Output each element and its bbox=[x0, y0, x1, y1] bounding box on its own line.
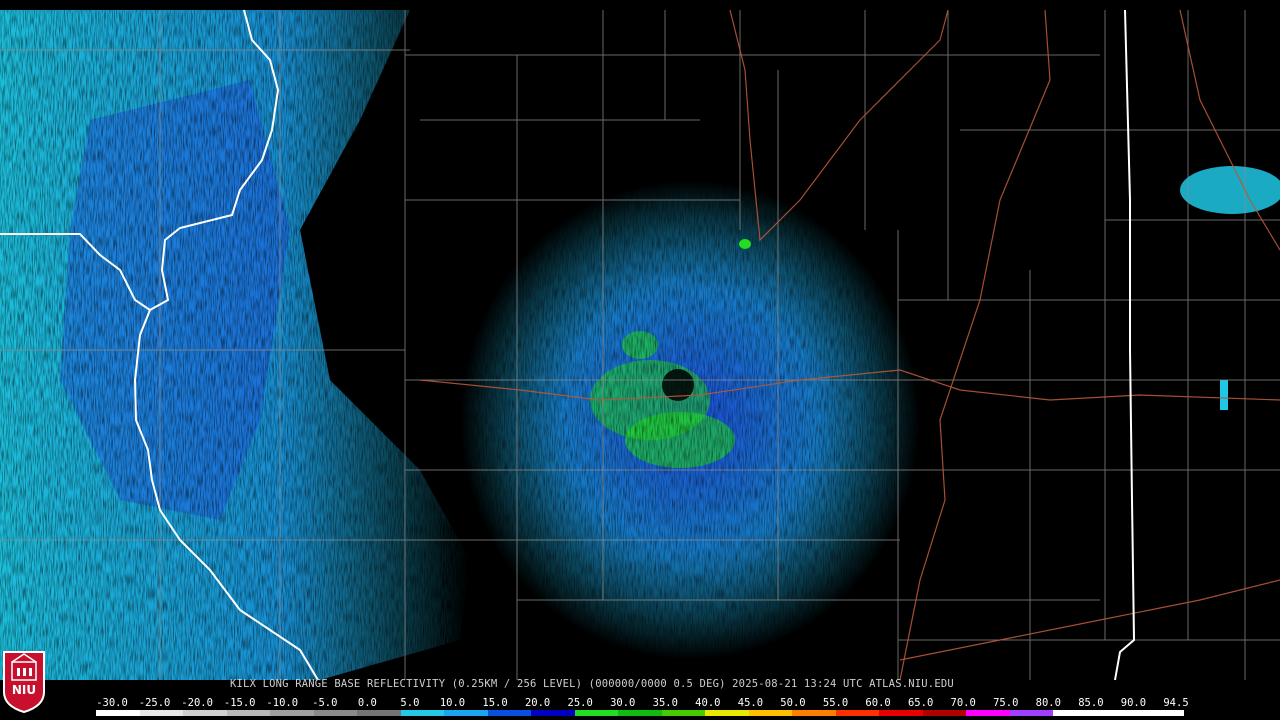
colorbar-segment bbox=[1009, 710, 1054, 716]
colorbar-tick-label: -25.0 bbox=[138, 697, 171, 709]
colorbar-tick-label: -5.0 bbox=[312, 697, 338, 709]
colorbar-segment bbox=[444, 710, 488, 716]
reflectivity-colorbar bbox=[96, 710, 1184, 716]
logo-text: NIU bbox=[11, 683, 37, 697]
colorbar-segment bbox=[531, 710, 575, 716]
radar-map bbox=[0, 0, 1280, 720]
colorbar-segment bbox=[879, 710, 923, 716]
colorbar-segment bbox=[1096, 710, 1141, 716]
colorbar-segment bbox=[313, 710, 358, 716]
colorbar-segment bbox=[574, 710, 619, 716]
colorbar-tick-label: 70.0 bbox=[950, 697, 976, 709]
colorbar-tick-label: 60.0 bbox=[865, 697, 891, 709]
colorbar-tick-label: 35.0 bbox=[652, 697, 678, 709]
colorbar-segment bbox=[96, 710, 140, 716]
colorbar-tick-label: 55.0 bbox=[822, 697, 849, 709]
colorbar-segment bbox=[705, 710, 749, 716]
colorbar-segment bbox=[487, 710, 532, 716]
colorbar-segment bbox=[270, 710, 314, 716]
colorbar-segment bbox=[966, 710, 1010, 716]
colorbar-tick-label: -30.0 bbox=[96, 697, 128, 709]
colorbar-tick-label: 90.0 bbox=[1120, 697, 1147, 709]
echo-west bbox=[0, 10, 480, 680]
colorbar-tick-label: 25.0 bbox=[567, 697, 593, 709]
colorbar-segment bbox=[618, 710, 662, 716]
colorbar-tick-label: -15.0 bbox=[223, 697, 256, 709]
colorbar-tick-label: 45.0 bbox=[737, 697, 764, 709]
product-caption: KILX LONG RANGE BASE REFLECTIVITY (0.25K… bbox=[230, 678, 954, 690]
colorbar-segment bbox=[922, 710, 967, 716]
colorbar-tick-label: 80.0 bbox=[1035, 697, 1061, 709]
colorbar-tick-label: 0.0 bbox=[357, 697, 377, 709]
colorbar-segment bbox=[661, 710, 706, 716]
colorbar-tick-label: 40.0 bbox=[695, 697, 721, 709]
colorbar-segment bbox=[139, 710, 184, 716]
colorbar-tick-labels: -30.0 -25.0 -20.0 -15.0 -10.0 -5.0 0.0 5.0 10.0 1… bbox=[0, 697, 1280, 709]
colorbar-tick-label: 15.0 bbox=[482, 697, 508, 709]
colorbar-segment bbox=[400, 710, 445, 716]
colorbar-segment bbox=[357, 710, 401, 716]
echo-center bbox=[440, 160, 920, 660]
colorbar-segment bbox=[792, 710, 836, 716]
colorbar-tick-label: 30.0 bbox=[610, 697, 636, 709]
colorbar-tick-label: 5.0 bbox=[400, 697, 420, 709]
colorbar-segment bbox=[183, 710, 227, 716]
colorbar-tick-label: 20.0 bbox=[524, 697, 551, 709]
colorbar-tick-label: 85.0 bbox=[1078, 697, 1104, 709]
colorbar-tick-label: -20.0 bbox=[181, 697, 213, 709]
colorbar-segment bbox=[835, 710, 880, 716]
colorbar-segment bbox=[1053, 710, 1097, 716]
colorbar-tick-label: 50.0 bbox=[780, 697, 806, 709]
colorbar-segment bbox=[1140, 710, 1184, 716]
colorbar-tick-label: 94.5 bbox=[1163, 697, 1189, 709]
colorbar-tick-label: 65.0 bbox=[907, 697, 934, 709]
colorbar-tick-label: 75.0 bbox=[993, 697, 1019, 709]
colorbar-tick-label: -10.0 bbox=[266, 697, 299, 709]
colorbar-tick-label: 10.0 bbox=[439, 697, 466, 709]
colorbar-segment bbox=[748, 710, 793, 716]
colorbar-segment bbox=[226, 710, 271, 716]
